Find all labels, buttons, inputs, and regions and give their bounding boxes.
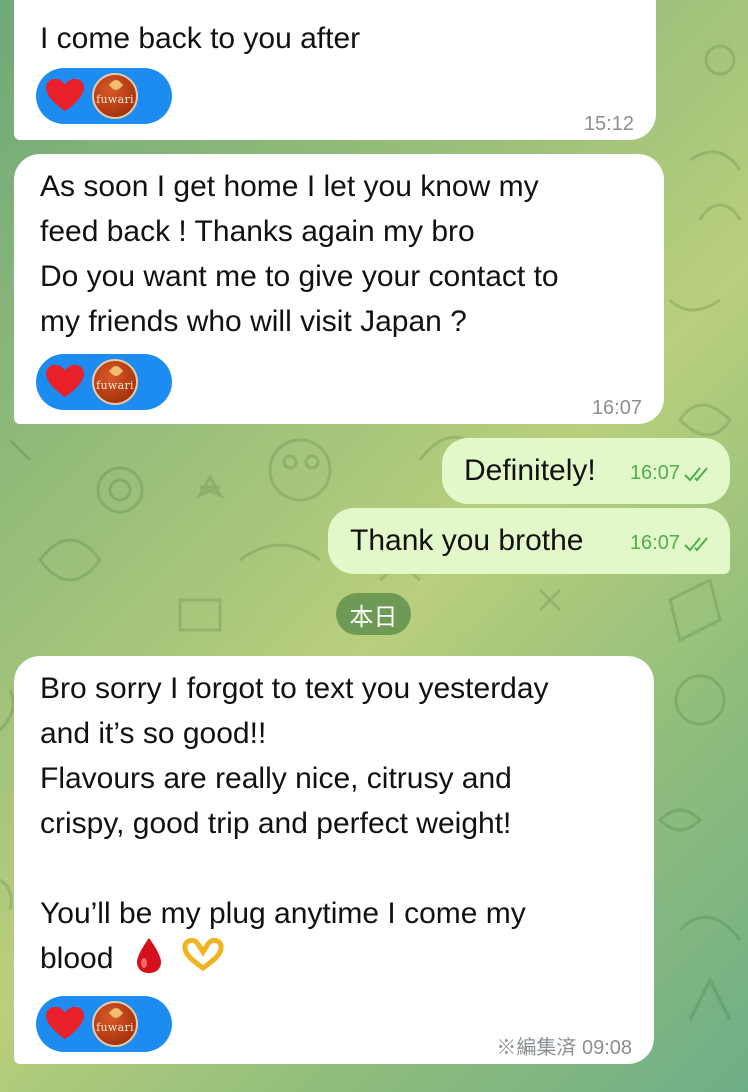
- incoming-message[interactable]: Bro sorry I forgot to text you yesterday…: [14, 656, 654, 1064]
- date-separator: 本日: [336, 593, 411, 635]
- message-text: As soon I get home I let you know my fee…: [40, 170, 559, 338]
- message-status: 16:07: [630, 521, 714, 566]
- double-check-icon: [684, 536, 708, 551]
- avatar[interactable]: fuwari: [92, 1001, 138, 1047]
- message-time: 16:07: [591, 397, 642, 419]
- message-body: Bro sorry I forgot to text you yesterday…: [40, 666, 549, 981]
- reactions-bar[interactable]: fuwari: [36, 996, 172, 1052]
- message-text: Bro sorry I forgot to text you yesterday…: [40, 672, 549, 975]
- avatar[interactable]: fuwari: [92, 359, 138, 405]
- message-time: 16:07: [629, 532, 680, 554]
- reactions-bar[interactable]: fuwari: [36, 354, 172, 410]
- heart-icon[interactable]: [46, 364, 84, 400]
- incoming-message[interactable]: the... I come back to you after fuwari 1…: [14, 0, 656, 140]
- outgoing-message[interactable]: Definitely! 16:07: [442, 438, 730, 504]
- avatar[interactable]: fuwari: [92, 73, 138, 119]
- message-status: 16:07: [630, 451, 714, 496]
- message-time: ※編集済 09:08: [496, 1037, 632, 1059]
- message-text: Definitely!: [464, 454, 596, 487]
- heart-icon[interactable]: [46, 1006, 84, 1042]
- heart-icon[interactable]: [46, 78, 84, 114]
- message-time: 16:07: [629, 462, 680, 484]
- reactions-bar[interactable]: fuwari: [36, 68, 172, 124]
- heart-hands-icon: [182, 938, 224, 972]
- outgoing-message[interactable]: Thank you brothe 16:07: [328, 508, 730, 574]
- message-text: I come back to you after: [40, 22, 361, 55]
- message-time: 15:12: [583, 113, 634, 135]
- message-text: Thank you brothe: [350, 524, 584, 557]
- double-check-icon: [684, 466, 708, 481]
- incoming-message[interactable]: As soon I get home I let you know my fee…: [14, 154, 664, 424]
- blood-drop-icon: [136, 938, 161, 974]
